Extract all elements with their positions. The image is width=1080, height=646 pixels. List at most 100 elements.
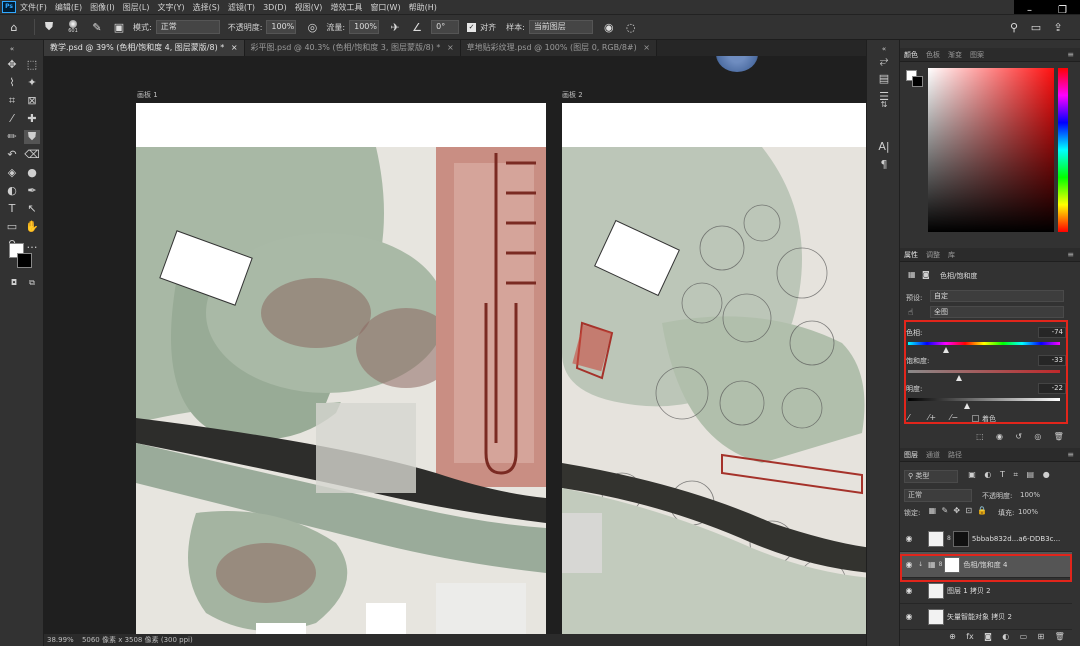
layer-filter-dropdown[interactable]: ⚲ 类型 bbox=[904, 470, 958, 483]
saturation-track[interactable] bbox=[908, 370, 1060, 373]
history-brush-icon[interactable]: ↶ bbox=[4, 148, 20, 162]
tab-swatches[interactable]: 色板 bbox=[926, 50, 940, 60]
fill-value[interactable]: 100% bbox=[1018, 508, 1038, 516]
background-color-swatch[interactable] bbox=[17, 253, 32, 268]
adjustments-icon[interactable]: ⇅ bbox=[876, 98, 892, 112]
workspace-icon[interactable]: ▭ bbox=[1028, 19, 1044, 35]
mode-dropdown[interactable]: 正常 bbox=[155, 20, 220, 34]
lock-artboard-icon[interactable]: ⊡ bbox=[965, 506, 972, 518]
move-tool-icon[interactable]: ✥ bbox=[4, 58, 20, 72]
layer-mask-thumbnail[interactable] bbox=[952, 530, 969, 547]
opacity-input[interactable]: 100% bbox=[266, 20, 297, 34]
marquee-tool-icon[interactable]: ⬚ bbox=[24, 58, 40, 72]
type-tool-icon[interactable]: T bbox=[4, 202, 20, 216]
delete-icon[interactable]: 🗑 bbox=[1054, 432, 1064, 444]
search-icon[interactable]: ⚲ bbox=[1006, 19, 1022, 35]
pen-tool-icon[interactable]: ✒ bbox=[24, 184, 40, 198]
blur-tool-icon[interactable]: ● bbox=[24, 166, 40, 180]
on-image-adjust-icon[interactable]: ☝ bbox=[908, 308, 913, 318]
panel-menu-icon[interactable]: ≡ bbox=[1067, 50, 1074, 59]
comments-icon[interactable]: ▤ bbox=[876, 72, 892, 86]
menu-window[interactable]: 窗口(W) bbox=[370, 2, 400, 13]
blend-mode-dropdown[interactable]: 正常 bbox=[904, 489, 972, 502]
hue-value[interactable]: -74 bbox=[1038, 327, 1066, 338]
hue-track[interactable] bbox=[908, 342, 1060, 345]
new-group-icon[interactable]: ▭ bbox=[1020, 632, 1028, 644]
canvas-area[interactable]: 画板 1 画板 2 bbox=[44, 56, 866, 634]
menu-select[interactable]: 选择(S) bbox=[193, 2, 220, 13]
flow-input[interactable]: 100% bbox=[349, 20, 380, 34]
tab-gradients[interactable]: 渐变 bbox=[948, 50, 962, 60]
sample-dropdown[interactable]: 当前图层 bbox=[528, 20, 593, 34]
pressure-size-icon[interactable]: ◌ bbox=[623, 19, 639, 35]
visibility-eye-icon[interactable]: ◉ bbox=[900, 586, 918, 595]
airbrush-icon[interactable]: ✈ bbox=[387, 19, 403, 35]
tab-teaching-psd[interactable]: 教学.psd @ 39% (色相/饱和度 4, 图层蒙版/8) * × bbox=[44, 40, 245, 56]
artboard-2[interactable] bbox=[562, 103, 866, 634]
close-icon[interactable]: × bbox=[643, 43, 650, 52]
view-previous-icon[interactable]: ◉ bbox=[996, 432, 1003, 444]
fx-icon[interactable]: fx bbox=[966, 632, 974, 644]
saturation-value[interactable]: -33 bbox=[1038, 355, 1066, 366]
paragraph-icon[interactable]: ¶ bbox=[876, 158, 892, 172]
healing-brush-icon[interactable]: ✚ bbox=[24, 112, 40, 126]
aligned-checkbox[interactable]: ✓ bbox=[467, 22, 477, 32]
new-layer-icon[interactable]: ⊞ bbox=[1038, 632, 1045, 644]
add-mask-icon[interactable]: ◙ bbox=[984, 632, 992, 644]
menu-file[interactable]: 文件(F) bbox=[20, 2, 47, 13]
hue-slider[interactable] bbox=[1058, 68, 1068, 232]
artboard-1[interactable] bbox=[136, 103, 546, 634]
menu-image[interactable]: 图像(I) bbox=[90, 2, 115, 13]
eyedropper-add-icon[interactable]: ⁄+ bbox=[928, 413, 936, 422]
menu-help[interactable]: 帮助(H) bbox=[409, 2, 437, 13]
home-icon[interactable]: ⌂ bbox=[6, 19, 22, 35]
tab-grass-texture-psd[interactable]: 草地贴彩纹理.psd @ 100% (图层 0, RGB/8#) × bbox=[460, 40, 657, 56]
saturation-thumb[interactable] bbox=[955, 375, 962, 381]
tab-libraries[interactable]: 库 bbox=[948, 250, 955, 260]
menu-plugins[interactable]: 增效工具 bbox=[330, 2, 362, 13]
hand-tool-icon[interactable]: ✋ bbox=[24, 220, 40, 234]
crop-tool-icon[interactable]: ⌗ bbox=[4, 94, 20, 108]
eyedropper-subtract-icon[interactable]: ⁄− bbox=[950, 413, 958, 422]
close-icon[interactable]: × bbox=[231, 43, 238, 52]
reset-icon[interactable]: ↺ bbox=[1015, 432, 1022, 444]
tab-layers[interactable]: 图层 bbox=[904, 450, 918, 460]
visibility-icon[interactable]: ◎ bbox=[1034, 432, 1041, 444]
brush-preset-picker[interactable]: 601 bbox=[63, 19, 83, 35]
close-icon[interactable]: × bbox=[447, 43, 454, 52]
panel-menu-icon[interactable]: ≡ bbox=[1067, 450, 1074, 459]
lock-transparent-icon[interactable]: ▦ bbox=[929, 506, 937, 518]
artboard-1-label[interactable]: 画板 1 bbox=[137, 90, 158, 100]
collapse-icon[interactable]: « bbox=[4, 42, 20, 56]
bg-color-chip[interactable] bbox=[912, 76, 923, 87]
lightness-thumb[interactable] bbox=[964, 403, 971, 409]
frame-tool-icon[interactable]: ⊠ bbox=[24, 94, 40, 108]
pressure-opacity-icon[interactable]: ◎ bbox=[304, 19, 320, 35]
shape-filter-icon[interactable]: ⌗ bbox=[1013, 470, 1018, 483]
smart-object-filter-icon[interactable]: ▤ bbox=[1027, 470, 1035, 483]
clone-stamp-preset-icon[interactable]: ⛊ bbox=[41, 19, 57, 35]
tab-color[interactable]: 颜色 bbox=[904, 50, 918, 60]
preset-dropdown[interactable]: 自定 bbox=[930, 290, 1064, 302]
lock-pixels-icon[interactable]: ✎ bbox=[941, 506, 948, 518]
path-selection-icon[interactable]: ↖ bbox=[24, 202, 40, 216]
history-icon[interactable]: ⥂ bbox=[876, 54, 892, 68]
tab-properties[interactable]: 属性 bbox=[904, 250, 918, 260]
document-info[interactable]: 5060 像素 x 3508 像素 (300 ppi) bbox=[82, 636, 193, 644]
layer-row[interactable]: ◉ 8 5bbab832d...a6-DDB3c... bbox=[900, 526, 1072, 552]
lasso-tool-icon[interactable]: ⌇ bbox=[4, 76, 20, 90]
link-layers-icon[interactable]: ⊕ bbox=[949, 632, 956, 644]
panel-menu-icon[interactable]: ≡ bbox=[1067, 250, 1074, 259]
new-adjustment-icon[interactable]: ◐ bbox=[1002, 632, 1009, 644]
menu-3d[interactable]: 3D(D) bbox=[263, 3, 287, 12]
menu-view[interactable]: 视图(V) bbox=[295, 2, 323, 13]
lock-position-icon[interactable]: ✥ bbox=[953, 506, 960, 518]
lightness-track[interactable] bbox=[908, 398, 1060, 401]
magic-wand-icon[interactable]: ✦ bbox=[24, 76, 40, 90]
type-filter-icon[interactable]: T bbox=[1000, 470, 1005, 483]
tab-color-plan-psd[interactable]: 彩平图.psd @ 40.3% (色相/饱和度 3, 图层蒙版/8) * × bbox=[244, 40, 461, 56]
adjustment-filter-icon[interactable]: ◐ bbox=[984, 470, 991, 483]
clone-stamp-tool-icon[interactable]: ⛊ bbox=[24, 130, 40, 144]
eraser-icon[interactable]: ⌫ bbox=[24, 148, 40, 162]
pixel-filter-icon[interactable]: ▣ bbox=[968, 470, 976, 483]
